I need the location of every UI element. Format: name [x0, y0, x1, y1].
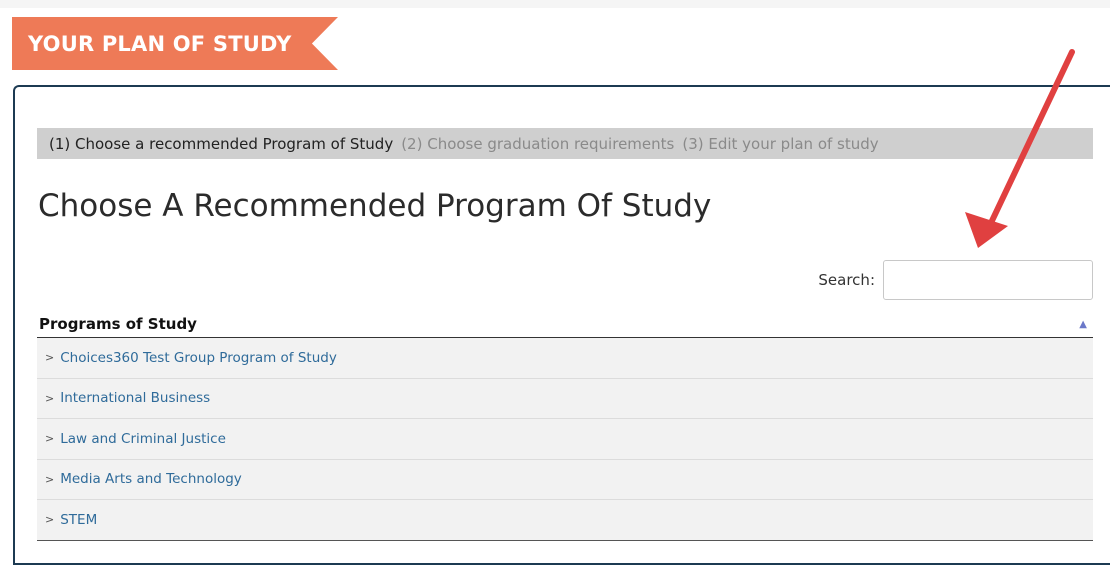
table-header[interactable]: Programs of Study ▲: [37, 311, 1093, 338]
chevron-right-icon: >: [45, 432, 55, 446]
step-1: (1) Choose a recommended Program of Stud…: [49, 134, 394, 153]
chevron-right-icon: >: [45, 391, 55, 405]
program-link[interactable]: Law and Criminal Justice: [60, 431, 226, 447]
sort-ascending-icon[interactable]: ▲: [1079, 319, 1087, 330]
search-area: Search:: [818, 260, 1093, 300]
table-row[interactable]: > International Business: [37, 378, 1093, 419]
table-row[interactable]: > Choices360 Test Group Program of Study: [37, 338, 1093, 379]
program-link[interactable]: International Business: [60, 390, 210, 406]
program-link[interactable]: Choices360 Test Group Program of Study: [60, 350, 337, 366]
table-row[interactable]: > Law and Criminal Justice: [37, 419, 1093, 460]
search-input[interactable]: [883, 260, 1093, 300]
program-link[interactable]: Media Arts and Technology: [60, 471, 242, 487]
step-2: (2) Choose graduation requirements: [401, 134, 675, 153]
column-header-programs[interactable]: Programs of Study: [39, 315, 197, 333]
table-row[interactable]: > STEM: [37, 500, 1093, 541]
page-title: Choose A Recommended Program Of Study: [38, 188, 712, 224]
page-banner: YOUR PLAN OF STUDY: [12, 17, 338, 70]
chevron-right-icon: >: [45, 351, 55, 365]
table-row[interactable]: > Media Arts and Technology: [37, 459, 1093, 500]
step-progress-bar: (1) Choose a recommended Program of Stud…: [37, 128, 1093, 159]
chevron-right-icon: >: [45, 472, 55, 486]
search-label: Search:: [818, 271, 875, 289]
chevron-right-icon: >: [45, 513, 55, 527]
programs-table: Programs of Study ▲ > Choices360 Test Gr…: [37, 311, 1093, 541]
banner-title: YOUR PLAN OF STUDY: [28, 31, 292, 56]
program-link[interactable]: STEM: [60, 512, 97, 528]
step-3: (3) Edit your plan of study: [682, 134, 879, 153]
top-bar: [0, 0, 1110, 8]
